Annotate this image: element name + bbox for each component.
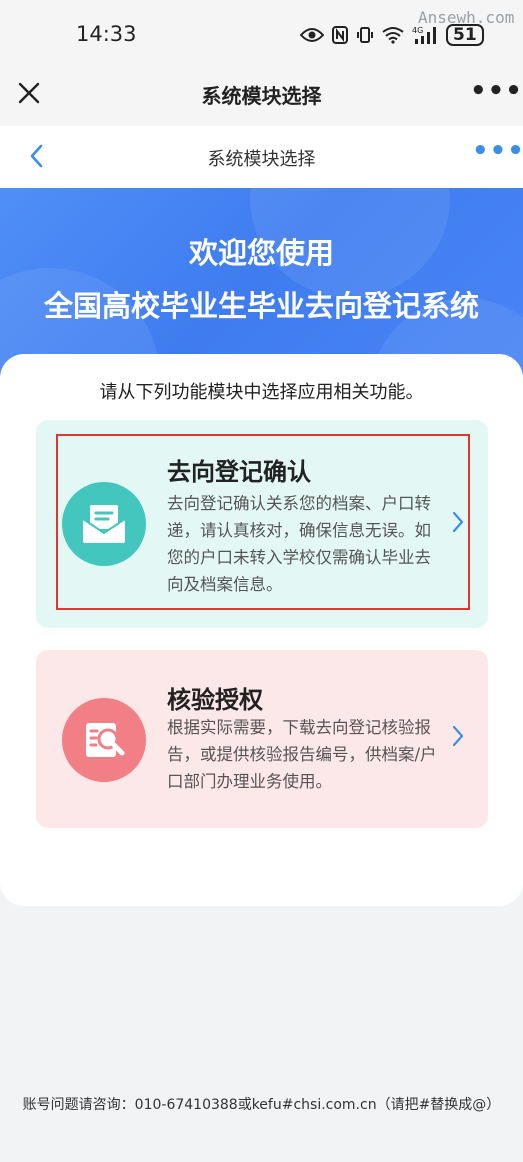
eye-icon — [300, 27, 324, 43]
search-report-icon — [62, 698, 146, 782]
status-bar: 14:33 4G 51 Ansewh.com — [0, 0, 523, 70]
page-title: 系统模块选择 — [207, 149, 316, 170]
wifi-icon — [382, 26, 404, 44]
panel-intro: 请从下列功能模块中选择应用相关功能。 — [99, 382, 424, 403]
module-card-destination-confirm[interactable]: 去向登记确认 去向登记确认关系您的档案、户口转递，请认真核对，确保信息无误。如您… — [36, 420, 488, 628]
page-more-button[interactable]: ••• — [472, 136, 523, 166]
module-title: 核验授权 — [167, 686, 263, 714]
envelope-document-icon — [62, 482, 146, 566]
watermark: Ansewh.com — [418, 8, 515, 27]
module-title: 去向登记确认 — [167, 458, 311, 486]
vibrate-icon — [356, 26, 374, 44]
chevron-right-icon — [450, 724, 466, 748]
banner-welcome-text: 欢迎您使用 — [188, 236, 334, 270]
module-description: 根据实际需要，下载去向登记核验报告，或提供核验报告编号，供档案/户口部门办理业务… — [167, 718, 437, 791]
app-bar: 系统模块选择 ••• — [0, 70, 523, 126]
more-menu-button[interactable]: ••• — [470, 76, 523, 106]
status-time: 14:33 — [76, 22, 137, 46]
network-type: 4G — [412, 26, 423, 35]
support-contact: 账号问题请咨询：010-67410388或kefu#chsi.com.cn（请把… — [22, 1097, 501, 1113]
page-nav-bar: 系统模块选择 ••• — [0, 126, 523, 188]
module-description: 去向登记确认关系您的档案、户口转递，请认真核对，确保信息无误。如您的户口未转入学… — [167, 494, 431, 594]
battery-indicator: 51 — [446, 24, 484, 46]
module-card-verification-auth[interactable]: 核验授权 根据实际需要，下载去向登记核验报告，或提供核验报告编号，供档案/户口部… — [36, 650, 488, 828]
chevron-right-icon — [450, 510, 466, 534]
banner-system-name: 全国高校毕业生毕业去向登记系统 — [43, 289, 479, 323]
nfc-icon — [332, 26, 348, 44]
signal-icon: 4G — [412, 25, 438, 45]
module-panel: 请从下列功能模块中选择应用相关功能。 去向登记确认 去向登记确认关系您的档案、户… — [0, 354, 523, 906]
app-title: 系统模块选择 — [201, 84, 322, 108]
